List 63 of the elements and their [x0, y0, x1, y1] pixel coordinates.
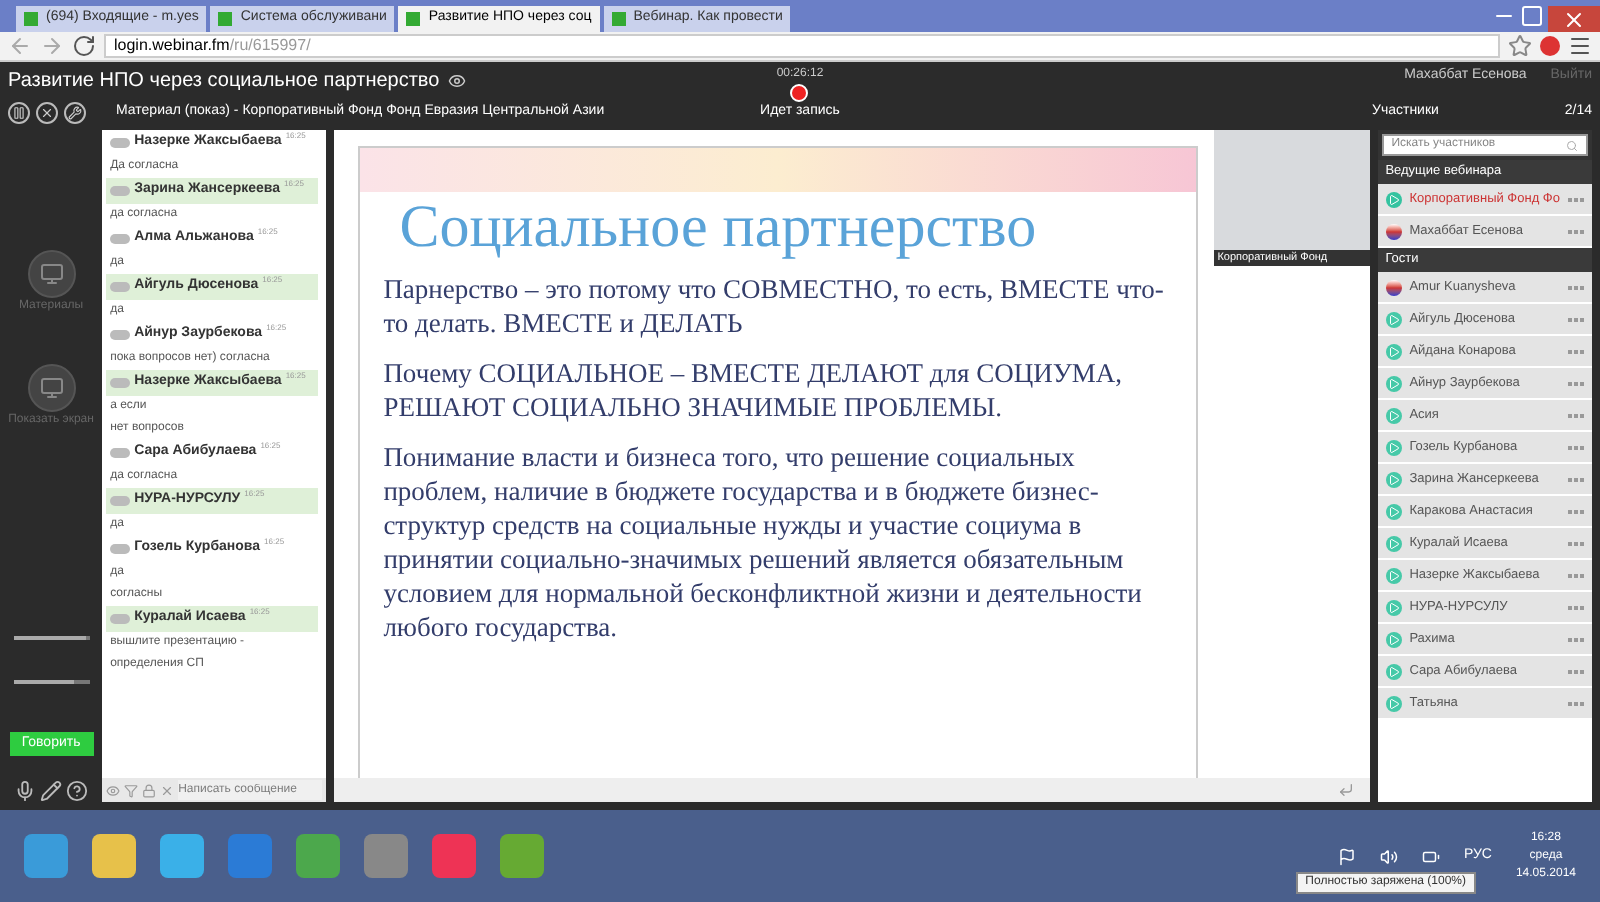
lock-icon[interactable] — [142, 783, 157, 797]
control-button[interactable] — [8, 101, 30, 123]
webinar-title: Развитие НПО через социальное партнерство — [8, 68, 440, 96]
flag-icon[interactable] — [1337, 847, 1356, 865]
play-icon — [1385, 599, 1402, 615]
maximize-icon[interactable] — [1520, 4, 1544, 28]
eye-icon[interactable] — [447, 72, 466, 90]
close-button[interactable] — [1548, 6, 1600, 32]
filter-icon[interactable] — [124, 783, 139, 797]
address-field[interactable]: login.webinar.fm/ru/615997/ — [104, 34, 1500, 58]
slide-title: Социальное партнерство — [397, 192, 1039, 264]
control-icon — [40, 105, 54, 119]
play-icon — [1385, 439, 1402, 455]
slide-paragraph: Парнерство – это потому что СОВМЕСТНО, то есть, ВМЕСТЕ что-то делать. ВМЕСТЕ и ДЕЛАТЬ — [383, 272, 1166, 340]
play-icon — [1385, 375, 1402, 391]
tool-icon[interactable] — [66, 780, 89, 802]
flag-icon — [1385, 223, 1402, 239]
monitor-icon — [39, 262, 64, 286]
control-button[interactable] — [36, 101, 58, 123]
clear-icon[interactable] — [160, 783, 175, 797]
play-icon — [1385, 663, 1402, 679]
taskbar-app-icon[interactable] — [364, 834, 408, 878]
play-icon — [1385, 191, 1402, 207]
tool-icon[interactable] — [40, 780, 63, 802]
taskbar-app-icon[interactable] — [228, 834, 272, 878]
play-icon — [1385, 407, 1402, 423]
search-icon — [1566, 139, 1578, 151]
play-icon — [1385, 311, 1402, 327]
slide-paragraph: Почему СОЦИАЛЬНОЕ – ВМЕСТЕ ДЕЛАЮТ для СОЦИУМА, РЕШАЮТ СОЦИАЛЬНО ЗНАЧИМЫЕ ПРОБЛЕМЫ. — [383, 356, 1125, 424]
monitor-icon — [39, 376, 64, 400]
send-icon[interactable] — [1337, 782, 1354, 798]
taskbar-app-icon[interactable] — [24, 834, 68, 878]
taskbar-app-icon[interactable] — [296, 834, 340, 878]
bookmark-icon[interactable] — [1508, 34, 1532, 58]
battery-icon[interactable] — [1421, 847, 1440, 865]
menu-icon[interactable] — [1568, 34, 1592, 58]
control-button[interactable] — [64, 101, 86, 123]
tab-favicon-icon — [218, 12, 233, 26]
tool-icon[interactable] — [14, 780, 37, 802]
volume-icon[interactable] — [1379, 847, 1398, 865]
taskbar-app-icon[interactable] — [160, 834, 204, 878]
taskbar-app-icon[interactable] — [432, 834, 476, 878]
reload-icon[interactable] — [72, 34, 96, 58]
close-icon — [1562, 7, 1586, 31]
play-icon — [1385, 503, 1402, 519]
control-icon — [12, 105, 26, 119]
control-icon — [68, 105, 82, 119]
taskbar-app-icon[interactable] — [500, 834, 544, 878]
taskbar-app-icon[interactable] — [92, 834, 136, 878]
forward-icon[interactable] — [40, 34, 64, 58]
back-icon[interactable] — [8, 34, 32, 58]
tab-favicon-icon — [406, 12, 421, 26]
tab-favicon-icon — [24, 12, 38, 26]
tab-favicon-icon — [611, 12, 626, 26]
play-icon — [1385, 567, 1402, 583]
slide-paragraph: Понимание власти и бизнеса того, что решение социальных проблем, наличие в бюджете государства и в бюджете бизнес-структур средств на социальные нужды и участие социума в принятии социально-значимых решений является обязательным условием для нормальной бесконфликтной жизни и деятельности любого государства. — [383, 440, 1144, 644]
play-icon — [1385, 471, 1402, 487]
play-icon — [1385, 343, 1402, 359]
record-icon — [790, 84, 809, 102]
play-icon — [1385, 631, 1402, 647]
flag-icon — [1385, 279, 1402, 295]
play-icon — [1385, 695, 1402, 711]
play-icon — [1385, 535, 1402, 551]
